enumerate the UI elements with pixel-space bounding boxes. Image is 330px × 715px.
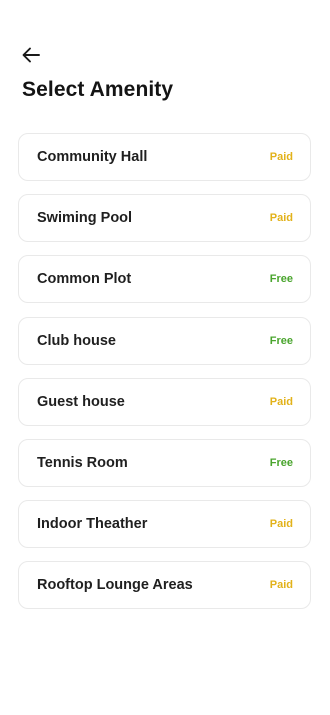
amenity-name: Rooftop Lounge Areas xyxy=(37,577,193,594)
amenity-item-indoor-theather[interactable]: Indoor Theather Paid xyxy=(18,500,311,549)
amenity-name: Common Plot xyxy=(37,271,132,288)
amenity-item-community-hall[interactable]: Community Hall Paid xyxy=(18,133,311,181)
amenity-item-common-plot[interactable]: Common Plot Free xyxy=(18,255,311,304)
status-badge: Free xyxy=(269,273,293,286)
amenity-name: Club house xyxy=(37,332,116,349)
back-button[interactable] xyxy=(18,42,44,68)
arrow-left-icon xyxy=(22,47,40,63)
status-badge: Paid xyxy=(269,579,293,592)
amenity-name: Tennis Room xyxy=(37,454,128,471)
status-badge: Paid xyxy=(269,518,293,531)
status-badge: Paid xyxy=(269,395,293,408)
status-badge: Free xyxy=(269,334,293,347)
status-badge: Paid xyxy=(269,151,293,163)
page-title: Select Amenity xyxy=(22,78,174,101)
amenity-name: Swiming Pool xyxy=(37,210,133,227)
amenity-item-guest-house[interactable]: Guest house Paid xyxy=(18,377,311,426)
amenity-item-swiming-pool[interactable]: Swiming Pool Paid xyxy=(18,194,311,243)
amenity-item-tennis-room[interactable]: Tennis Room Free xyxy=(18,438,311,487)
status-badge: Paid xyxy=(269,212,293,225)
amenity-name: Indoor Theather xyxy=(37,516,148,533)
amenity-list: Community Hall Paid Swiming Pool Paid Co… xyxy=(18,133,311,623)
amenity-name: Guest house xyxy=(37,393,125,410)
amenity-item-rooftop-lounge-areas[interactable]: Rooftop Lounge Areas Paid xyxy=(18,561,311,610)
select-amenity-screen: Select Amenity Community Hall Paid Swimi… xyxy=(0,0,330,715)
amenity-name: Community Hall xyxy=(37,149,148,165)
amenity-item-club-house[interactable]: Club house Free xyxy=(18,316,311,365)
status-badge: Free xyxy=(269,456,293,469)
